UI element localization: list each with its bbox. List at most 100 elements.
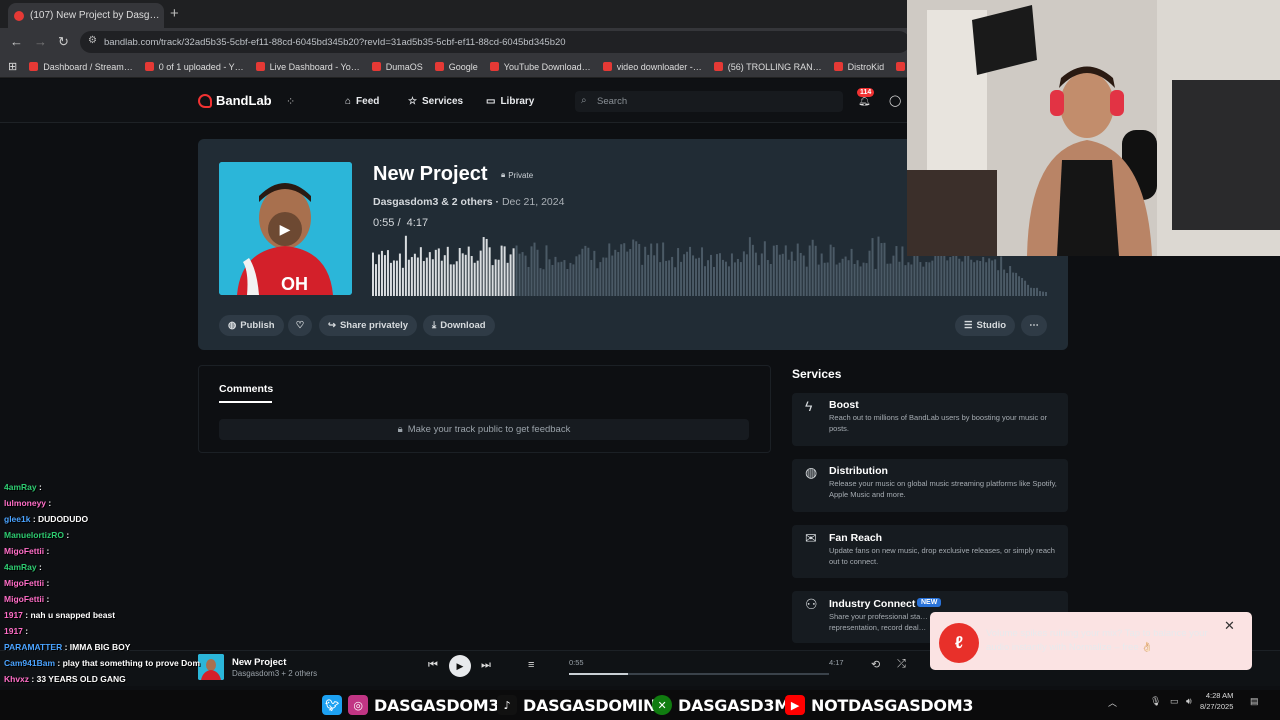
download-button[interactable]: ⤓ Download	[423, 315, 495, 336]
new-tab-icon[interactable]: +	[170, 5, 179, 22]
like-button[interactable]: ♡	[288, 315, 312, 336]
player-thumbnail[interactable]	[198, 654, 224, 680]
waveform-bar	[910, 264, 913, 296]
search-input[interactable]: Search	[575, 91, 843, 112]
waveform-bar	[817, 264, 820, 296]
apps-icon[interactable]: ⊞	[8, 60, 17, 73]
waveform-bar	[395, 260, 398, 296]
bookmark-item[interactable]: YouTube Download…	[489, 62, 591, 72]
waveform-bar	[383, 255, 386, 296]
waveform-bar	[632, 239, 635, 296]
waveform-bar	[808, 245, 811, 296]
waveform-bar	[512, 248, 515, 296]
waveform-bar	[413, 253, 416, 296]
waveform-bar	[952, 254, 955, 296]
repeat-icon[interactable]: ⟲	[871, 658, 880, 671]
waveform-bar	[931, 260, 934, 296]
brand-name: BandLab	[216, 93, 272, 108]
nav-feed[interactable]: ⌂ Feed	[345, 96, 379, 107]
waveform-bar	[515, 245, 518, 296]
social-handle: NOTDASGASDOM3	[811, 695, 974, 715]
bookmark-item[interactable]: video downloader -…	[602, 62, 702, 72]
waveform-bar	[883, 242, 886, 296]
reload-icon[interactable]: ↻	[58, 34, 69, 50]
waveform-bar	[372, 252, 374, 296]
comments-tab-indicator	[219, 401, 272, 403]
waveform-bar	[856, 260, 859, 296]
current-time: 0:55	[373, 217, 395, 229]
waveform-bar	[976, 260, 979, 296]
publish-button[interactable]: ◍ Publish	[219, 315, 284, 336]
nav-library[interactable]: ▭ Library	[486, 96, 534, 107]
waveform-bar	[850, 248, 853, 296]
waveform-bar	[832, 247, 835, 296]
more-options-button[interactable]: ⋯	[1021, 315, 1047, 336]
site-info-icon[interactable]: ⚙	[88, 35, 97, 46]
tray-chevron-icon[interactable]: ︿	[1108, 696, 1117, 709]
waveform-bar	[772, 245, 775, 296]
bookmark-item[interactable]: (56) TROLLING RAN…	[713, 62, 822, 72]
bookmark-favicon-icon	[602, 62, 612, 71]
lock-icon: 🔒︎	[501, 170, 506, 179]
track-artists[interactable]: Dasgasdom3 & 2 others · Dec 21, 2024	[373, 196, 564, 208]
bookmark-item[interactable]: DistroKid	[833, 62, 884, 72]
system-clock[interactable]: 4:28 AM 8/27/2025	[1200, 690, 1233, 713]
social-handle: DASGASDOM3	[374, 695, 500, 715]
waveform-bar	[452, 264, 455, 296]
waveform-bar	[518, 253, 521, 296]
network-icon[interactable]: ▭	[1170, 696, 1179, 707]
waveform-bar	[787, 259, 790, 296]
cover-play-icon[interactable]: ▶	[268, 212, 302, 246]
bell-icon[interactable]: 🔔︎	[858, 96, 871, 107]
address-bar[interactable]: bandlab.com/track/32ad5b35-5cbf-ef11-88c…	[80, 31, 910, 53]
mic-icon[interactable]: 🎙︎	[1150, 696, 1161, 707]
chat-message: Khvxz : 33 YEARS OLD GANG	[4, 674, 126, 684]
chat-message: 4amRay :	[4, 482, 42, 492]
volume-icon[interactable]: 🔊︎	[1186, 696, 1192, 707]
service-name: Distribution	[829, 465, 888, 477]
forward-icon[interactable]: →	[34, 34, 47, 49]
notification-center-icon[interactable]: ▤	[1250, 696, 1259, 707]
player-artist[interactable]: Dasgasdom3 + 2 others	[232, 669, 317, 678]
bookmark-item[interactable]: Live Dashboard - Yo…	[255, 61, 360, 72]
waveform-bar	[877, 236, 880, 296]
bookmark-item[interactable]: 0 of 1 uploaded - Y…	[144, 62, 244, 72]
waveform-bar	[799, 252, 802, 296]
chat-separator: :	[36, 482, 42, 492]
bookmark-label: Live Dashboard - Yo…	[269, 61, 360, 72]
messages-icon[interactable]: ◯	[889, 94, 901, 107]
bandlab-logo[interactable]: BandLab	[198, 93, 272, 108]
track-cover-art[interactable]: OH ▶	[219, 162, 352, 295]
waveform-bar	[925, 261, 928, 296]
bookmark-item[interactable]: Dashboard / Stream…	[29, 62, 133, 72]
waveform-bar	[904, 265, 907, 296]
waveform-bar	[826, 262, 829, 296]
waveform-bar	[739, 262, 742, 296]
chat-username: lulmoneyy	[4, 498, 47, 508]
player-title[interactable]: New Project	[232, 657, 286, 668]
share-privately-button[interactable]: ↪ Share privately	[319, 315, 418, 336]
waveform-bar	[733, 262, 736, 296]
apps-grid-icon[interactable]: ⁘	[286, 95, 295, 108]
studio-button[interactable]: ☰ Studio	[955, 315, 1016, 336]
comments-tab[interactable]: Comments	[219, 383, 273, 395]
notification-badge: 114	[857, 88, 875, 97]
bookmark-item[interactable]: Google	[434, 62, 478, 72]
waveform-bar	[584, 245, 587, 296]
instagram-icon: ◎	[348, 695, 368, 715]
back-icon[interactable]: ←	[10, 34, 23, 49]
shuffle-icon[interactable]: ⤮	[897, 658, 906, 671]
bookmark-item[interactable]: DumaOS	[371, 62, 423, 72]
track-title: New Project	[373, 163, 488, 185]
bookmark-favicon-icon	[29, 62, 39, 71]
next-icon[interactable]: ⏭	[481, 659, 491, 672]
waveform-bar	[710, 254, 712, 296]
close-icon[interactable]: ✕	[1224, 618, 1235, 634]
queue-icon[interactable]: ≡	[528, 659, 534, 671]
nav-services[interactable]: ☆ Services	[408, 96, 463, 107]
waveform-bar	[596, 268, 599, 296]
browser-tab[interactable]: (107) New Project by Dasg… 🔊 ✕	[8, 3, 164, 28]
previous-icon[interactable]: ⏮	[428, 659, 438, 672]
play-button[interactable]: ▶	[449, 655, 471, 677]
waveform-bar	[554, 256, 557, 296]
